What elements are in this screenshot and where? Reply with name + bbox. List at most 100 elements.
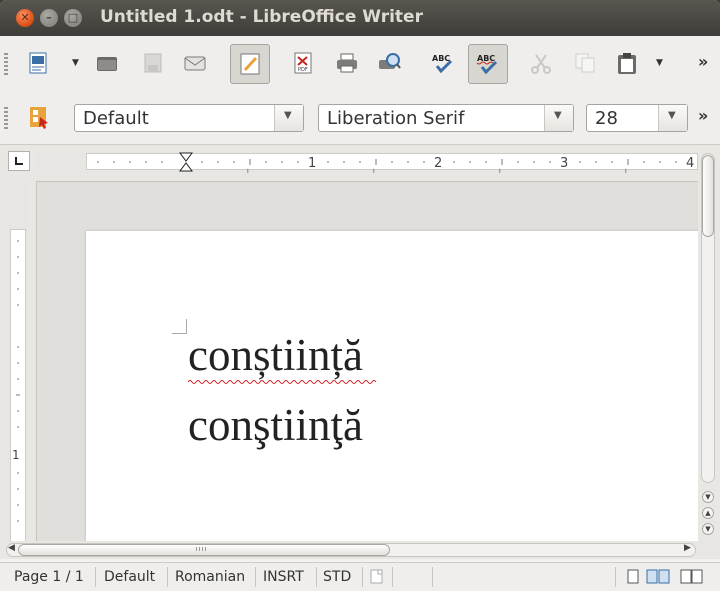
document-page[interactable]: conștiință conştiinţă [86,231,698,541]
multi-page-view-icon[interactable] [646,569,670,585]
next-page-button[interactable]: ▼ [702,523,714,535]
new-dropdown-arrow[interactable]: ▼ [72,58,82,68]
paragraph-style-dropdown[interactable]: ▼ [274,105,303,131]
spelling-error-underline [188,380,377,384]
font-size-combo[interactable]: 28 ▼ [586,104,688,132]
status-separator [432,567,433,587]
standard-toolbar: ▼ PDF ABC ABC ▼ » [0,36,720,92]
svg-text:⊥: ⊥ [496,168,504,173]
document-workspace: 1 2 3 4 ⊥ ⊥ ⊥ ⊥ 1 conștiință conştiinţă … [0,145,720,549]
maximize-window-button[interactable]: □ [64,9,82,27]
status-separator [362,567,363,587]
window-title: Untitled 1.odt - LibreOffice Writer [100,7,423,27]
font-size-dropdown[interactable]: ▼ [658,105,687,131]
close-icon: ✕ [20,11,30,24]
edit-file-button[interactable] [230,44,270,84]
export-pdf-button[interactable]: PDF [286,46,320,80]
double-chevron-up-icon: ▲ [705,509,711,517]
ruler-label: 2 [434,156,442,171]
document-modified-icon[interactable] [370,569,384,585]
styles-and-formatting-button[interactable] [22,100,56,134]
status-separator [615,567,616,587]
status-bar: Page 1 / 1 Default Romanian INSRT STD [0,562,720,591]
status-separator [316,567,317,587]
vertical-ruler-ticks: 1 [12,240,20,522]
left-tab-icon [15,157,23,165]
paragraph-style-value: Default [83,108,149,129]
toolbar-grip[interactable] [4,53,8,75]
language-status[interactable]: Romanian [175,569,245,585]
print-button[interactable] [330,46,364,80]
copy-icon [575,53,595,73]
scroll-right-icon[interactable]: ▶ [684,543,691,553]
indent-marker-icon[interactable] [179,152,193,172]
tab-stop-selector[interactable] [8,151,30,171]
document-text-line[interactable]: conștiință [188,329,363,381]
cut-button[interactable] [524,46,558,80]
status-separator [392,567,393,587]
selection-mode-status[interactable]: STD [323,569,351,585]
toolbar-grip[interactable] [4,107,8,129]
paste-button[interactable] [610,46,644,80]
new-document-icon [29,52,47,74]
status-separator [255,567,256,587]
edit-file-icon [240,53,260,75]
save-button[interactable] [136,46,170,80]
scroll-left-icon[interactable]: ◀ [8,543,15,553]
open-button[interactable] [90,46,124,80]
page-number-status[interactable]: Page 1 / 1 [14,569,84,585]
spellcheck-icon: ABC [432,54,453,74]
scissors-icon [531,54,551,74]
previous-page-button[interactable]: ▲ [702,507,714,519]
status-separator [95,567,96,587]
open-folder-icon [97,57,117,71]
maximize-icon: □ [67,11,79,24]
ruler-ticks: 1 2 3 4 ⊥ ⊥ ⊥ ⊥ [97,156,694,173]
dropdown-arrow-icon: ▼ [554,110,562,121]
horizontal-ruler[interactable]: 1 2 3 4 ⊥ ⊥ ⊥ ⊥ [36,151,698,173]
title-bar: ✕ – □ Untitled 1.odt - LibreOffice Write… [0,0,720,36]
document-text-line[interactable]: conştiinţă [188,399,363,451]
font-name-dropdown[interactable]: ▼ [544,105,573,131]
vertical-ruler[interactable]: 1 [8,181,28,549]
close-window-button[interactable]: ✕ [16,9,34,27]
formatting-toolbar: Default ▼ Liberation Serif ▼ 28 ▼ » [0,92,720,145]
page-style-status[interactable]: Default [104,569,155,585]
copy-button[interactable] [568,46,602,80]
print-preview-icon [379,53,401,69]
svg-text:⊥: ⊥ [244,168,252,173]
email-button[interactable] [178,46,212,80]
toolbar-overflow-button[interactable]: » [698,52,708,71]
font-name-value: Liberation Serif [327,108,465,129]
ruler-label: 3 [560,156,568,171]
paste-icon [618,53,636,74]
scroll-down-button[interactable]: ▼ [702,491,714,503]
double-chevron-down-icon: ▼ [705,525,711,533]
book-view-icon[interactable] [680,569,704,585]
formatting-overflow-button[interactable]: » [698,106,708,125]
pdf-icon: PDF [294,52,312,74]
paste-dropdown-arrow[interactable]: ▼ [656,58,666,68]
libreoffice-window: ✕ – □ Untitled 1.odt - LibreOffice Write… [0,0,720,591]
vertical-scroll-thumb[interactable] [702,155,714,237]
font-name-combo[interactable]: Liberation Serif ▼ [318,104,574,132]
svg-text:⊥: ⊥ [370,168,378,173]
email-icon [184,56,206,71]
vertical-scrollbar[interactable]: ▼ ▲ ▼ [698,145,720,541]
horizontal-scrollbar[interactable]: ◀ ▶ [0,541,720,559]
paragraph-style-combo[interactable]: Default ▼ [74,104,304,132]
print-preview-button[interactable] [372,46,406,80]
auto-spellcheck-icon: ABC [476,54,498,75]
minimize-window-button[interactable]: – [40,9,58,27]
insert-mode-status[interactable]: INSRT [263,569,304,585]
page-area[interactable]: conștiință conştiinţă [36,181,698,541]
spelling-button[interactable]: ABC [426,46,460,80]
new-document-button[interactable] [22,46,56,80]
save-icon [144,53,162,73]
svg-text:ABC: ABC [477,54,495,63]
single-page-view-icon[interactable] [626,569,640,585]
auto-spellcheck-button[interactable]: ABC [468,44,508,84]
text-boundary-marker [172,319,187,334]
chevron-down-icon: ▼ [705,493,711,501]
scroll-thumb-grip [196,547,206,551]
